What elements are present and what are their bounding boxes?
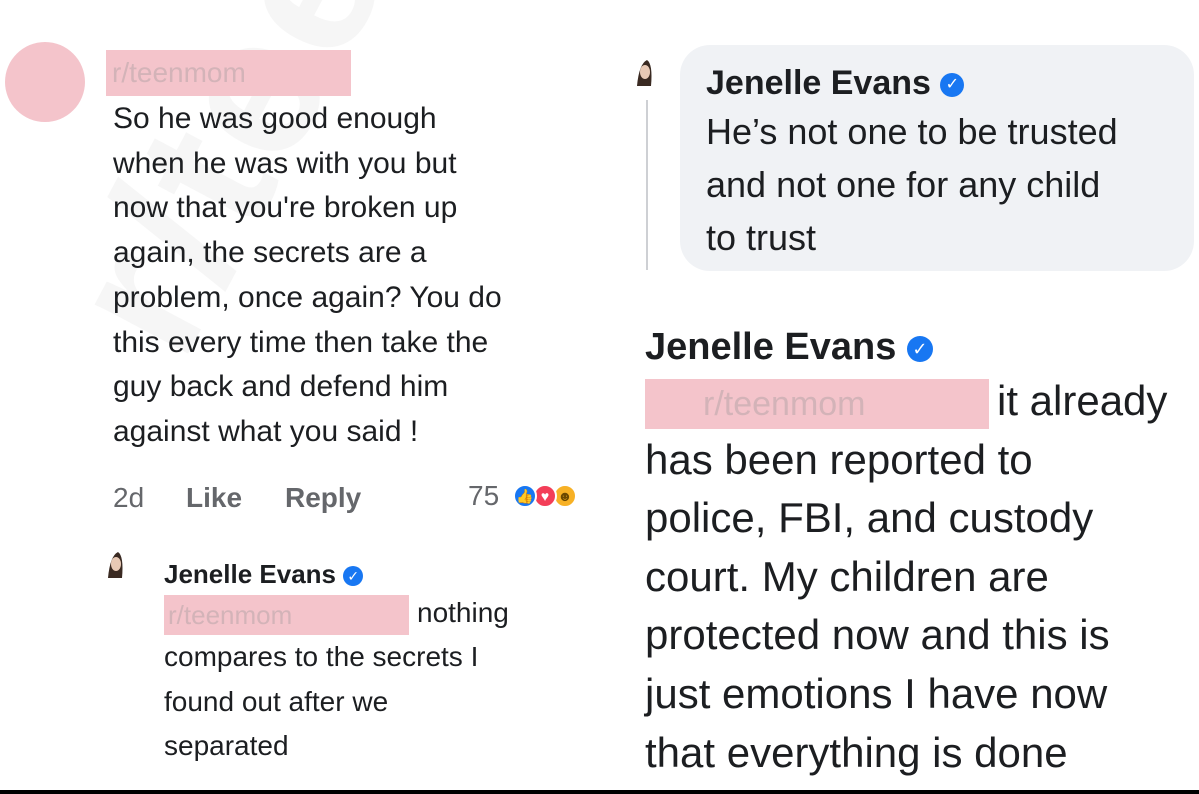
comment-line: now that you're broken up — [113, 191, 458, 225]
comment-body: So he was good enough when he was with y… — [113, 97, 603, 455]
redacted-mention[interactable]: r/teenmom — [164, 594, 409, 635]
verified-badge-icon: ✓ — [940, 73, 965, 98]
comment-line: guy back and defend him — [113, 370, 449, 404]
redacted-mention[interactable]: r/teenmom — [645, 378, 989, 429]
reply-line: found out after we — [164, 685, 389, 717]
author-avatar[interactable] — [98, 548, 132, 582]
bubble-line: to trust — [706, 217, 817, 258]
like-button[interactable]: Like — [186, 482, 242, 514]
author-avatar[interactable] — [627, 56, 661, 90]
comment-line: So he was good enough — [113, 102, 437, 135]
comment-bubble: Jenelle Evans ✓ He’s not one to be trust… — [680, 45, 1194, 271]
comment-line: has been reported to — [645, 435, 1033, 483]
comment-line: again, the secrets are a — [113, 236, 427, 270]
author-name-text[interactable]: Jenelle Evans — [164, 559, 336, 589]
comment-line: court. My children are — [645, 552, 1049, 600]
comment-body: r/teenmom it already has been reported to… — [645, 372, 1199, 782]
redacted-username[interactable]: r/teenmom — [106, 50, 351, 96]
comment-left: r/teenmom So he was good enough when he … — [103, 50, 603, 455]
reaction-count[interactable]: 75 — [468, 480, 499, 512]
author-name-text[interactable]: Jenelle Evans — [645, 326, 896, 368]
reply-line: separated — [164, 729, 289, 761]
author-name-text[interactable]: Jenelle Evans — [706, 64, 931, 102]
bubble-line: He’s not one to be trusted — [706, 111, 1118, 152]
reply-button[interactable]: Reply — [285, 482, 361, 514]
verified-badge-icon: ✓ — [906, 335, 933, 362]
bottom-border — [0, 790, 1199, 794]
author-name[interactable]: Jenelle Evans ✓ — [706, 61, 1194, 105]
reply-comment: Jenelle Evans ✓ r/teenmom nothing compare… — [164, 557, 594, 768]
comment-line: protected now and this is — [645, 611, 1110, 659]
comment-line: when he was with you but — [113, 146, 457, 180]
comment-timestamp[interactable]: 2d — [113, 482, 144, 514]
bubble-body: He’s not one to be trusted and not one f… — [706, 105, 1194, 264]
bubble-line: and not one for any child — [706, 164, 1101, 205]
comment-line: problem, once again? You do — [113, 280, 502, 314]
comment-actions: 2d Like Reply 75 👍 ♥ ☻ — [113, 480, 603, 522]
author-name[interactable]: Jenelle Evans ✓ — [164, 557, 594, 591]
redacted-avatar[interactable] — [5, 42, 85, 122]
comment-line: that everything is done — [645, 728, 1068, 776]
like-icon: 👍 — [513, 484, 537, 508]
reply-body: r/teenmom nothing compares to the secrets… — [164, 591, 594, 768]
comment-line: police, FBI, and custody — [645, 494, 1094, 542]
comment-right: Jenelle Evans ✓ r/teenmom it already has … — [645, 322, 1199, 782]
verified-badge-icon: ✓ — [343, 566, 364, 587]
comment-line: this every time then take the — [113, 325, 489, 359]
thread-connector — [646, 100, 648, 270]
screenshot-canvas: r/teenmom r/teenmom So he was good enoug… — [0, 0, 1199, 794]
reply-line: compares to the secrets I — [164, 641, 479, 673]
comment-first-line: r/teenmom it already — [645, 372, 1199, 431]
comment-line: it already — [997, 377, 1168, 424]
reply-first-line: r/teenmom nothing — [164, 591, 594, 635]
reply-line: nothing — [417, 597, 509, 628]
comment-line: against what you said ! — [113, 414, 419, 448]
comment-line: just emotions I have now — [645, 669, 1108, 717]
author-name[interactable]: Jenelle Evans ✓ — [645, 322, 1199, 372]
